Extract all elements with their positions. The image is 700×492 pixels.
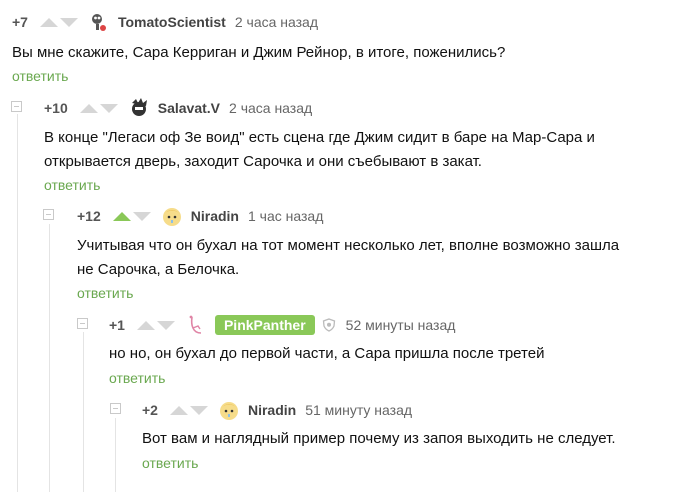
username[interactable]: Niradin (248, 402, 296, 418)
comment-text: Вы мне скажите, Сара Керриган и Джим Рей… (12, 44, 506, 61)
avatar[interactable] (185, 314, 207, 336)
avatar[interactable] (128, 97, 150, 119)
thread-line (83, 332, 84, 492)
timestamp[interactable]: 51 минуту назад (305, 402, 412, 418)
downvote-arrow-icon[interactable] (132, 211, 151, 221)
avatar[interactable] (88, 11, 110, 33)
thread-line (115, 418, 116, 492)
rating-value: +10 (44, 100, 68, 116)
thread-line (17, 114, 18, 492)
downvote-arrow-icon[interactable] (59, 17, 78, 27)
comment-header: +12 Niradin 1 час назад (77, 205, 323, 227)
timestamp[interactable]: 2 часа назад (229, 100, 312, 116)
upvote-arrow-icon[interactable] (112, 211, 131, 221)
upvote-arrow-icon[interactable] (136, 320, 155, 330)
upvote-arrow-icon[interactable] (39, 17, 58, 27)
timestamp[interactable]: 1 час назад (248, 208, 323, 224)
shield-icon (322, 318, 336, 332)
comment-text: Вот вам и наглядный пример почему из зап… (142, 430, 616, 447)
username[interactable]: Salavat.V (158, 100, 220, 116)
thread-line (49, 224, 50, 492)
upvote-arrow-icon[interactable] (79, 103, 98, 113)
username[interactable]: PinkPanther (214, 315, 315, 335)
timestamp[interactable]: 2 часа назад (235, 14, 318, 30)
avatar[interactable] (161, 205, 183, 227)
collapse-toggle[interactable] (11, 101, 22, 112)
reply-link[interactable]: ответить (44, 177, 100, 193)
comment-text: В конце "Легаси оф Зе воид" есть сцена г… (44, 129, 595, 170)
downvote-arrow-icon[interactable] (156, 320, 175, 330)
rating-value: +2 (142, 402, 158, 418)
username[interactable]: Niradin (191, 208, 239, 224)
downvote-arrow-icon[interactable] (99, 103, 118, 113)
rating-value: +7 (12, 14, 28, 30)
collapse-toggle[interactable] (77, 318, 88, 329)
reply-link[interactable]: ответить (142, 455, 198, 471)
avatar[interactable] (218, 399, 240, 421)
reply-link[interactable]: ответить (77, 285, 133, 301)
timestamp[interactable]: 52 минуты назад (346, 317, 456, 333)
rating-value: +1 (109, 317, 125, 333)
reply-link[interactable]: ответить (12, 68, 68, 84)
comment-header: +10 Salavat.V 2 часа назад (44, 97, 312, 119)
upvote-arrow-icon[interactable] (169, 405, 188, 415)
reply-link[interactable]: ответить (109, 370, 165, 386)
collapse-toggle[interactable] (43, 209, 54, 220)
comment-text: но но, он бухал до первой части, а Сара … (109, 345, 545, 362)
comment-text: Учитывая что он бухал на тот момент неск… (77, 237, 620, 278)
comment-header: +1 PinkPanther 52 минуты назад (109, 314, 455, 336)
username[interactable]: TomatoScientist (118, 14, 226, 30)
comment-header: +7 TomatoScientist 2 часа назад (12, 11, 318, 33)
collapse-toggle[interactable] (110, 403, 121, 414)
downvote-arrow-icon[interactable] (189, 405, 208, 415)
rating-value: +12 (77, 208, 101, 224)
comment-header: +2 Niradin 51 минуту назад (142, 399, 412, 421)
